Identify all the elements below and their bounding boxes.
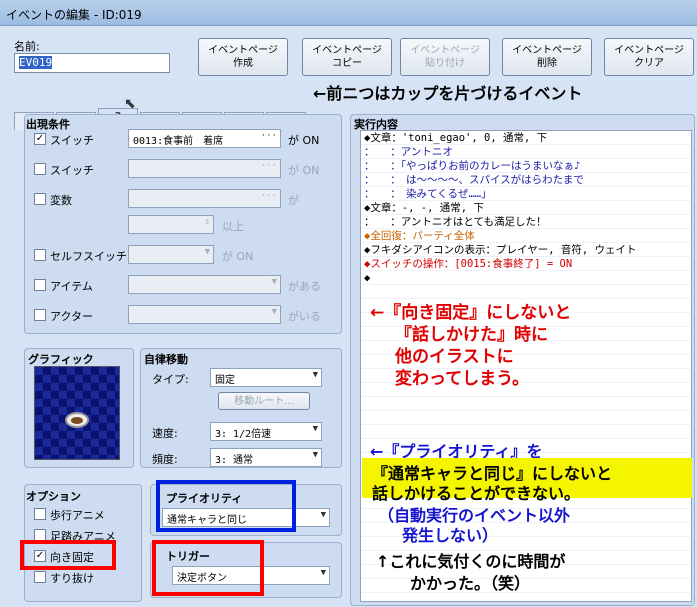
movement-type-select[interactable]: 固定 ▼ <box>210 368 322 387</box>
graphic-preview[interactable] <box>34 366 120 460</box>
selfswitch-suffix: が ON <box>222 250 254 263</box>
movement-title: 自律移動 <box>144 353 188 366</box>
command-line[interactable]: ： ：アントニオはとても満足した！ <box>364 216 684 229</box>
command-line[interactable]: ◆ <box>364 272 684 285</box>
command-line[interactable]: ： ：「やっぱりお前のカレーはうまいなぁ♪ <box>364 160 684 173</box>
command-line[interactable]: ◆フキダシアイコンの表示：プレイヤー, 音符, ウェイト <box>364 244 684 257</box>
selfswitch-label: セルフスイッチ <box>50 250 127 263</box>
command-line[interactable]: ： ：アントニオ <box>364 146 684 159</box>
movement-speed-label: 速度: <box>152 427 178 440</box>
command-line[interactable]: ◆文章：-, -, 通常, 下 <box>364 202 684 215</box>
switch2-label: スイッチ <box>50 164 94 177</box>
options-title: オプション <box>26 490 81 503</box>
window-title: イベントの編集 - ID:019 <box>6 8 142 22</box>
toolbar-button-0[interactable]: イベントページ 作成 <box>198 38 288 76</box>
title-bar: イベントの編集 - ID:019 <box>0 0 697 26</box>
priority-highlight <box>156 480 296 532</box>
command-line[interactable]: ◆全回復：パーティ全体 <box>364 230 684 243</box>
graphic-title: グラフィック <box>28 353 94 366</box>
item-select[interactable]: ▼ <box>128 275 281 294</box>
trigger-highlight <box>152 540 264 596</box>
move-route-button[interactable]: 移動ルート... <box>218 392 310 410</box>
annotation-note-2: かかった。（笑） <box>410 574 531 593</box>
variable-above: 以上 <box>222 220 244 233</box>
name-input[interactable]: EV019 <box>14 53 170 73</box>
movement-freq-select[interactable]: 3: 通常 ▼ <box>210 448 322 467</box>
annotation-black-2: 話しかけることができない。 <box>372 484 581 503</box>
command-line[interactable]: ◆スイッチの操作：[0015:食事終了] = ON <box>364 258 684 271</box>
annotation-note-1: ↑これに気付くのに時間が <box>376 552 566 571</box>
variable-checkbox[interactable] <box>34 193 46 205</box>
toolbar-button-1[interactable]: イベントページ コピー <box>302 38 392 76</box>
through-label: すり抜け <box>50 572 94 585</box>
walk-anime-label: 歩行アニメ <box>50 509 105 522</box>
switch1-label: スイッチ <box>50 134 94 147</box>
toolbar-button-4[interactable]: イベントページ クリア <box>604 38 694 76</box>
selfswitch-checkbox[interactable] <box>34 249 46 261</box>
annotation-blue-3: 発生しない） <box>402 526 499 545</box>
name-label: 名前: <box>14 40 40 53</box>
switch2-suffix: が ON <box>288 164 320 177</box>
item-checkbox[interactable] <box>34 279 46 291</box>
variable-label: 変数 <box>50 194 72 207</box>
command-line[interactable]: ： ： 染みてくるぜ……」 <box>364 188 684 201</box>
walk-anime-checkbox[interactable] <box>34 508 46 520</box>
item-suffix: がある <box>288 280 321 293</box>
movement-freq-label: 頻度: <box>152 453 178 466</box>
direction-fix-highlight <box>20 540 116 570</box>
top-note: ←前ニつはカップを片づけるイベント <box>313 84 583 103</box>
movement-speed-select[interactable]: 3: 1/2倍速 ▼ <box>210 422 322 441</box>
actor-select[interactable]: ▼ <box>128 305 281 324</box>
movement-type-label: タイプ: <box>152 373 189 386</box>
command-line[interactable]: ： ： は～～～～、スパイスがはらわたまで <box>364 174 684 187</box>
through-checkbox[interactable] <box>34 571 46 583</box>
conditions-title: 出現条件 <box>26 118 70 131</box>
actor-suffix: がいる <box>288 310 321 323</box>
actor-label: アクター <box>50 310 94 323</box>
variable-value-input[interactable]: ⇕ <box>128 215 214 234</box>
annotation-red-4: 変わってしまう。 <box>395 369 530 389</box>
item-label: アイテム <box>50 280 93 293</box>
toolbar-button-3[interactable]: イベントページ 削除 <box>502 38 592 76</box>
actor-checkbox[interactable] <box>34 309 46 321</box>
switch2-checkbox[interactable] <box>34 163 46 175</box>
variable-select[interactable]: ··· <box>128 189 281 208</box>
switch1-suffix: が ON <box>288 134 320 147</box>
event-editor-window: 名前: EV019 イベントページ 作成 イベントページ コピー イベントページ 貼り付け… <box>0 26 697 607</box>
variable-suffix: が <box>288 194 299 207</box>
mouse-cursor-icon: ⬉ <box>124 96 136 112</box>
curry-plate-icon <box>65 412 89 428</box>
switch1-select[interactable]: 0013:食事前 着席 ··· <box>128 129 281 148</box>
switch1-checkbox[interactable]: ✓ <box>34 133 46 145</box>
toolbar-button-2[interactable]: イベントページ 貼り付け <box>400 38 490 76</box>
switch2-select[interactable]: ··· <box>128 159 281 178</box>
command-line[interactable]: ◆文章：'toni_egao', 0, 通常, 下 <box>364 132 684 145</box>
selfswitch-select[interactable]: ▼ <box>128 245 214 264</box>
